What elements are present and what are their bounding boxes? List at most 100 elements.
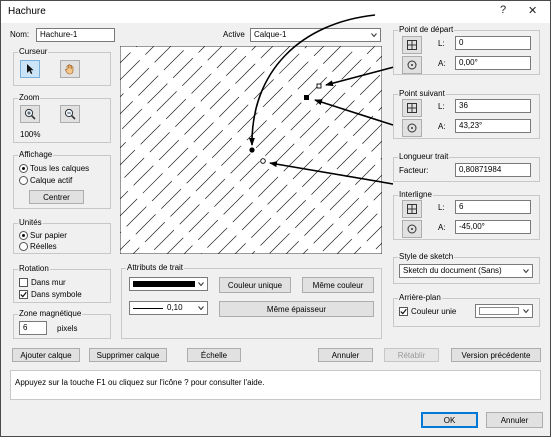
real-units-radio[interactable] [19, 242, 28, 251]
real-units-label: Réelles [30, 242, 57, 251]
center-button[interactable]: Centrer [29, 190, 84, 204]
ok-button[interactable]: OK [421, 412, 478, 428]
chevron-down-icon [371, 33, 377, 38]
rotation-group-title: Rotation [18, 264, 50, 274]
zoom-percent: 100% [20, 130, 41, 139]
spacing-polar-button[interactable] [402, 220, 422, 238]
in-wall-checkbox[interactable] [19, 278, 28, 287]
next-point-title: Point suivant [398, 89, 446, 99]
dash-length-title: Longueur trait [398, 152, 450, 162]
start-polar-button[interactable] [402, 56, 422, 74]
paper-units-radio[interactable] [19, 231, 28, 240]
window-title: Hachure [8, 6, 46, 17]
checkmark-icon [400, 308, 407, 315]
active-label: Active [223, 30, 245, 39]
cancel-layer-button[interactable]: Annuler [318, 348, 373, 362]
hatch-dialog: Hachure ? ✕ Nom: Hachure-1 Active Calque… [0, 0, 551, 437]
line-color-swatch [133, 281, 195, 287]
sketch-style-title: Style de sketch [398, 252, 455, 262]
spacing-title: Interligne [398, 190, 433, 200]
hand-icon [64, 64, 74, 75]
magnetic-zone-title: Zone magnétique [18, 309, 83, 319]
start-l-input[interactable]: 0 [455, 36, 531, 50]
name-input[interactable]: Hachure-1 [36, 28, 115, 42]
display-group-title: Affichage [18, 150, 54, 160]
start-a-input[interactable]: 0,00° [455, 56, 531, 70]
all-layers-radio[interactable] [19, 164, 28, 173]
polar-target-icon [407, 123, 417, 133]
line-attributes-title: Attributs de trait [126, 263, 185, 273]
chevron-down-icon [198, 306, 204, 311]
help-text: Appuyez sur la touche F1 ou cliquez sur … [15, 378, 265, 387]
paper-units-label: Sur papier [30, 231, 67, 240]
pan-tool-button[interactable] [60, 60, 80, 78]
chevron-down-icon [198, 282, 204, 287]
line-weight-select[interactable]: 0,10 [129, 301, 208, 315]
spacing-a-label: A: [438, 223, 446, 232]
magnetic-zone-input[interactable]: 6 [19, 321, 47, 335]
scale-button[interactable]: Échelle [187, 348, 241, 362]
grid-icon [407, 103, 417, 113]
previous-version-button[interactable]: Version précédente [451, 348, 541, 362]
start-a-label: A: [438, 59, 446, 68]
help-text-panel: Appuyez sur la touche F1 ou cliquez sur … [10, 370, 541, 400]
sketch-style-value: Sketch du document (Sans) [403, 266, 502, 275]
next-a-label: A: [438, 122, 446, 131]
same-color-button[interactable]: Même couleur [302, 277, 374, 293]
factor-input[interactable]: 0,80871984 [455, 163, 531, 177]
arrow-pointer-icon [27, 64, 34, 74]
spacing-l-input[interactable]: 6 [455, 200, 531, 214]
units-group-title: Unités [18, 218, 43, 228]
line-weight-value: 0,10 [167, 303, 183, 312]
cancel-button[interactable]: Annuler [486, 412, 543, 428]
help-button[interactable]: ? [500, 4, 506, 16]
next-a-input[interactable]: 43,23° [455, 119, 531, 133]
next-polar-button[interactable] [402, 119, 422, 137]
spacing-a-input[interactable]: -45,00° [455, 220, 531, 234]
pointer-tool-button[interactable] [20, 60, 40, 78]
sketch-style-select[interactable]: Sketch du document (Sans) [399, 264, 533, 278]
chevron-down-icon [523, 269, 529, 274]
polar-target-icon [407, 60, 417, 70]
checkmark-icon [20, 291, 27, 298]
hatch-preview-canvas[interactable] [120, 46, 382, 254]
background-color-swatch [479, 307, 519, 315]
zoom-out-button[interactable] [60, 105, 80, 123]
spacing-grid-button[interactable] [402, 200, 422, 218]
line-color-select[interactable] [129, 277, 208, 291]
zoom-in-icon [24, 108, 36, 120]
active-layer-radio[interactable] [19, 176, 28, 185]
solid-color-checkbox[interactable] [399, 307, 408, 316]
zoom-in-button[interactable] [20, 105, 40, 123]
all-layers-label: Tous les calques [30, 164, 90, 173]
in-symbol-label: Dans symbole [31, 290, 82, 299]
cursor-group-title: Curseur [18, 47, 49, 57]
polar-target-icon [407, 224, 417, 234]
magnetic-zone-unit: pixels [57, 324, 78, 333]
zoom-group-title: Zoom [18, 93, 41, 103]
name-label: Nom: [10, 30, 30, 39]
add-layer-button[interactable]: Ajouter calque [12, 348, 80, 362]
close-button[interactable]: ✕ [528, 4, 537, 17]
solid-color-label: Couleur unie [411, 307, 457, 316]
start-grid-button[interactable] [402, 36, 422, 54]
spacing-l-label: L: [438, 203, 445, 212]
delete-layer-button[interactable]: Supprimer calque [89, 348, 167, 362]
start-point-title: Point de départ [398, 25, 455, 35]
line-weight-sample [133, 308, 163, 309]
factor-label: Facteur: [399, 166, 429, 175]
active-layer-select[interactable]: Calque-1 [250, 28, 381, 42]
active-layer-label: Calque actif [30, 176, 73, 185]
next-grid-button[interactable] [402, 99, 422, 117]
zoom-out-icon [64, 108, 76, 120]
unique-color-button[interactable]: Couleur unique [219, 277, 291, 293]
in-symbol-checkbox[interactable] [19, 290, 28, 299]
same-thickness-button[interactable]: Même épaisseur [219, 301, 374, 317]
start-l-label: L: [438, 39, 445, 48]
title-bar: Hachure ? ✕ [1, 1, 550, 23]
background-color-select[interactable] [475, 304, 533, 318]
next-l-input[interactable]: 36 [455, 99, 531, 113]
restore-button[interactable]: Rétablir [384, 348, 439, 362]
background-title: Arrière-plan [398, 293, 442, 303]
next-l-label: L: [438, 102, 445, 111]
